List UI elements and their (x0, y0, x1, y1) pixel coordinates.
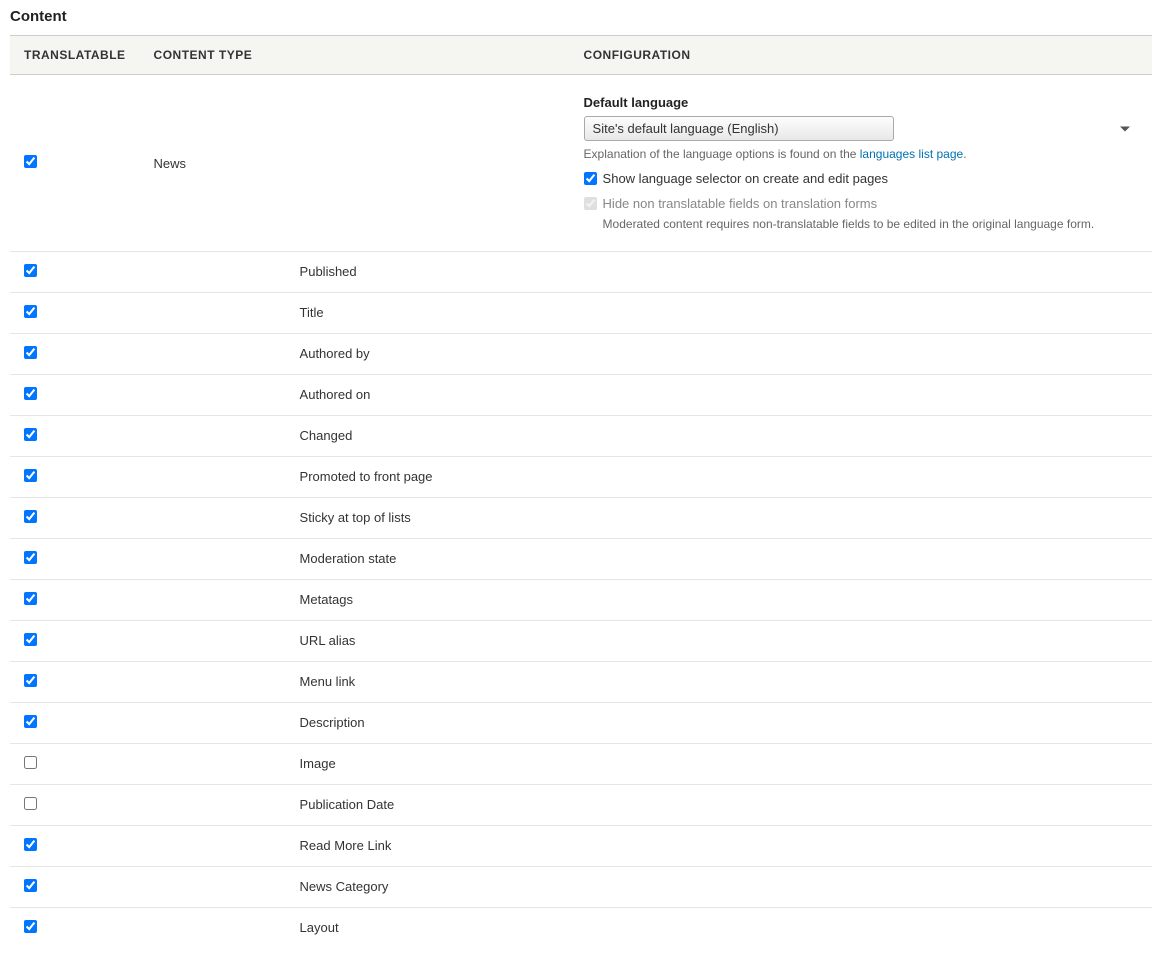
languages-list-link[interactable]: languages list page (860, 147, 963, 161)
table-row: Authored on (10, 375, 1152, 416)
field-label: URL alias (300, 633, 356, 648)
field-label: Publication Date (300, 797, 395, 812)
field-label: Changed (300, 428, 353, 443)
default-language-label: Default language (584, 95, 1138, 110)
language-explanation: Explanation of the language options is f… (584, 147, 1138, 161)
table-row-main: News Default language Site's default lan… (10, 75, 1152, 252)
field-label: Read More Link (300, 838, 392, 853)
field-label: News Category (300, 879, 389, 894)
translatable-checkbox-news[interactable] (24, 155, 37, 168)
default-language-select[interactable]: Site's default language (English) (584, 116, 894, 141)
table-row: Read More Link (10, 826, 1152, 867)
translatable-checkbox[interactable] (24, 264, 37, 277)
translatable-checkbox[interactable] (24, 715, 37, 728)
table-row: Sticky at top of lists (10, 498, 1152, 539)
field-label: Published (300, 264, 357, 279)
translatable-checkbox[interactable] (24, 510, 37, 523)
field-label: Menu link (300, 674, 356, 689)
chevron-down-icon (1120, 126, 1130, 131)
translatable-checkbox[interactable] (24, 633, 37, 646)
translatable-checkbox[interactable] (24, 305, 37, 318)
content-type-label: News (154, 156, 187, 171)
field-label: Promoted to front page (300, 469, 433, 484)
table-row: Layout (10, 908, 1152, 949)
content-translation-table: TRANSLATABLE CONTENT TYPE CONFIGURATION … (10, 35, 1152, 948)
header-configuration: CONFIGURATION (570, 36, 1152, 75)
show-language-selector-label: Show language selector on create and edi… (603, 171, 888, 186)
translatable-checkbox[interactable] (24, 346, 37, 359)
field-label: Layout (300, 920, 339, 935)
show-language-selector-checkbox[interactable] (584, 172, 597, 185)
header-content-type: CONTENT TYPE (140, 36, 570, 75)
table-row: Publication Date (10, 785, 1152, 826)
translatable-checkbox[interactable] (24, 797, 37, 810)
field-label: Metatags (300, 592, 353, 607)
translatable-checkbox[interactable] (24, 387, 37, 400)
header-translatable: TRANSLATABLE (10, 36, 140, 75)
translatable-checkbox[interactable] (24, 551, 37, 564)
table-row: News Category (10, 867, 1152, 908)
translatable-checkbox[interactable] (24, 920, 37, 933)
table-row: Authored by (10, 334, 1152, 375)
table-row: Changed (10, 416, 1152, 457)
table-row: Menu link (10, 662, 1152, 703)
field-label: Description (300, 715, 365, 730)
table-row: Promoted to front page (10, 457, 1152, 498)
field-label: Authored on (300, 387, 371, 402)
field-label: Sticky at top of lists (300, 510, 411, 525)
hide-non-translatable-note: Moderated content requires non-translata… (603, 217, 1138, 231)
translatable-checkbox[interactable] (24, 428, 37, 441)
hide-non-translatable-label: Hide non translatable fields on translat… (603, 196, 878, 211)
field-label: Title (300, 305, 324, 320)
field-label: Moderation state (300, 551, 397, 566)
table-row: Description (10, 703, 1152, 744)
field-label: Image (300, 756, 336, 771)
translatable-checkbox[interactable] (24, 756, 37, 769)
section-heading: Content (10, 8, 1152, 25)
translatable-checkbox[interactable] (24, 592, 37, 605)
translatable-checkbox[interactable] (24, 674, 37, 687)
table-row: URL alias (10, 621, 1152, 662)
translatable-checkbox[interactable] (24, 469, 37, 482)
table-row: Title (10, 293, 1152, 334)
table-row: Image (10, 744, 1152, 785)
field-label: Authored by (300, 346, 370, 361)
table-row: Metatags (10, 580, 1152, 621)
table-row: Moderation state (10, 539, 1152, 580)
table-row: Published (10, 252, 1152, 293)
translatable-checkbox[interactable] (24, 838, 37, 851)
hide-non-translatable-checkbox (584, 197, 597, 210)
translatable-checkbox[interactable] (24, 879, 37, 892)
